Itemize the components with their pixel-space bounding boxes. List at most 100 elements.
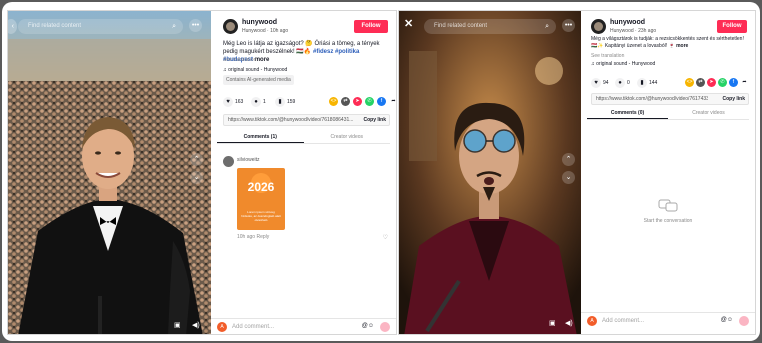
bookmark-icon: ▮: [637, 77, 647, 88]
chevron-down-icon[interactable]: ⌄: [190, 171, 203, 184]
add-comment-bar: A Add comment... @☺: [211, 318, 396, 334]
left-tiktok-window: ‹ Find related content ⌕ ••• ⌃ ⌄ ▣ ◀) hu…: [7, 10, 397, 335]
author-subtitle: Hunywood · 23h ago: [610, 28, 657, 34]
copy-link-button[interactable]: Copy link: [363, 115, 386, 125]
more-options-icon[interactable]: •••: [189, 19, 202, 32]
chevron-up-icon[interactable]: ⌃: [190, 153, 203, 166]
add-comment-input[interactable]: Add comment...: [232, 319, 274, 334]
like-count: 163: [235, 99, 244, 105]
commenter-avatar[interactable]: [223, 156, 234, 167]
author-subtitle: Hunywood · 10h ago: [242, 28, 289, 34]
save-count: 159: [287, 99, 296, 105]
comment-stat[interactable]: ● 0: [615, 77, 630, 89]
ai-label: Contains AI-generated media: [223, 75, 294, 85]
like-stat[interactable]: ♥ 94: [591, 77, 609, 89]
link-box: https://www.tiktok.com/@hunywood/video/7…: [223, 114, 390, 126]
video-url: https://www.tiktok.com/@hunywood/video/7…: [228, 117, 354, 123]
video-frame-depp: [399, 11, 581, 334]
post-description: Még a világsztárok is tudják: a rezsicsö…: [591, 36, 747, 50]
sound-link[interactable]: ♫ original sound - Hunywood: [223, 67, 287, 73]
comment-count: 0: [627, 80, 630, 86]
avatar[interactable]: [223, 19, 238, 34]
current-user-avatar: A: [217, 322, 227, 332]
picture-in-picture-icon[interactable]: ▣: [549, 319, 556, 327]
close-icon[interactable]: ✕: [404, 17, 413, 30]
volume-icon[interactable]: ◀): [192, 321, 200, 329]
mention-emoji-icons[interactable]: @☺: [721, 317, 733, 323]
bookmark-icon: ▮: [275, 96, 285, 107]
save-stat[interactable]: ▮ 159: [275, 96, 295, 108]
whatsapp-icon[interactable]: ✆: [365, 97, 374, 106]
whatsapp-icon[interactable]: ✆: [718, 78, 727, 87]
share-icon[interactable]: ➦: [389, 97, 396, 106]
see-translation[interactable]: See translation: [591, 53, 624, 59]
link-box: https://www.tiktok.com/@hunywood/video/7…: [591, 93, 749, 105]
heart-outline-icon[interactable]: ♡: [383, 234, 388, 241]
facebook-icon[interactable]: f: [377, 97, 386, 106]
author-name[interactable]: hunywood: [242, 19, 277, 26]
more-options-icon[interactable]: •••: [562, 19, 575, 32]
stats-row: ♥ 94 ● 0 ▮ 144 <> ⇄ ➤ ✆ f ➦: [591, 77, 749, 89]
left-post-panel: hunywood Hunywood · 10h ago Follow Még L…: [211, 11, 396, 334]
comment-stat[interactable]: ● 1: [251, 96, 266, 108]
add-comment-input[interactable]: Add comment...: [602, 313, 644, 329]
copy-link-button[interactable]: Copy link: [722, 94, 745, 104]
search-input[interactable]: Find related content ⌕: [18, 19, 183, 34]
embed-icon[interactable]: <>: [329, 97, 338, 106]
comment-image[interactable]: 2026 Lorem ipsum szöveg hirdetés, az öss…: [237, 168, 285, 230]
mention-emoji-icons[interactable]: @☺: [362, 323, 374, 329]
share-icon[interactable]: ➦: [740, 78, 749, 87]
save-count: 144: [649, 80, 658, 86]
send-icon[interactable]: ➤: [353, 97, 362, 106]
sound-link[interactable]: ♫ original sound - Hunywood: [591, 61, 655, 67]
comment-meta[interactable]: 10h ago Reply: [237, 234, 269, 240]
right-post-panel: hunywood Hunywood · 23h ago Follow Még a…: [581, 11, 755, 334]
comment-icon: ●: [251, 96, 261, 107]
left-video-player[interactable]: ‹ Find related content ⌕ ••• ⌃ ⌄ ▣ ◀): [8, 11, 211, 334]
repost-icon[interactable]: ⇄: [696, 78, 705, 87]
tab-comments[interactable]: Comments (1): [217, 132, 304, 143]
author-row: hunywood Hunywood · 10h ago Follow: [223, 19, 390, 39]
follow-button[interactable]: Follow: [354, 20, 388, 33]
post-comment-button[interactable]: [380, 322, 390, 332]
post-comment-button[interactable]: [739, 316, 749, 326]
more-link[interactable]: more: [676, 43, 688, 49]
repost-icon[interactable]: ⇄: [341, 97, 350, 106]
right-video-player[interactable]: ✕ Find related content ⌕ ••• ⌃ ⌄ ▣ ◀): [399, 11, 581, 334]
video-url: https://www.tiktok.com/@hunywood/video/7…: [596, 96, 708, 102]
facebook-icon[interactable]: f: [729, 78, 738, 87]
search-placeholder: Find related content: [434, 23, 488, 29]
heart-icon: ♥: [223, 96, 233, 107]
more-link[interactable]: more: [255, 57, 270, 63]
stats-row: ♥ 163 ● 1 ▮ 159 <> ⇄ ➤ ✆ f ➦: [223, 96, 396, 108]
search-input-right[interactable]: Find related content ⌕: [424, 19, 556, 34]
like-count: 94: [603, 80, 609, 86]
search-icon: ⌕: [172, 23, 176, 30]
author-name[interactable]: hunywood: [610, 19, 645, 26]
tab-creator-videos[interactable]: Creator videos: [668, 108, 749, 118]
send-icon[interactable]: ➤: [707, 78, 716, 87]
comment-image-number: 2026: [247, 180, 275, 194]
description-text: Még a világsztárok is tudják: a rezsicsö…: [591, 36, 744, 49]
current-user-avatar: A: [587, 316, 597, 326]
comment-image-text: Lorem ipsum szöveg hirdetés, az összefog…: [241, 210, 281, 222]
comment-tabs: Comments (1) Creator videos: [217, 132, 390, 144]
save-stat[interactable]: ▮ 144: [637, 77, 657, 89]
tab-comments[interactable]: Comments (0): [587, 108, 668, 119]
picture-in-picture-icon[interactable]: ▣: [174, 321, 181, 329]
add-comment-bar: A Add comment... @☺: [581, 312, 755, 328]
like-stat[interactable]: ♥ 163: [223, 96, 243, 108]
avatar[interactable]: [591, 19, 606, 34]
comment-tabs: Comments (0) Creator videos: [587, 108, 749, 120]
video-frame-leo: [8, 11, 211, 334]
chevron-up-icon[interactable]: ⌃: [562, 153, 575, 166]
see-translation[interactable]: See translation: [223, 57, 256, 63]
right-tiktok-window: ✕ Find related content ⌕ ••• ⌃ ⌄ ▣ ◀) hu…: [398, 10, 756, 335]
chevron-down-icon[interactable]: ⌄: [562, 171, 575, 184]
follow-button[interactable]: Follow: [717, 20, 747, 33]
volume-icon[interactable]: ◀): [565, 319, 573, 327]
embed-icon[interactable]: <>: [685, 78, 694, 87]
commenter-name[interactable]: silvioweitz: [237, 157, 260, 163]
search-placeholder: Find related content: [28, 23, 82, 29]
tab-creator-videos[interactable]: Creator videos: [304, 132, 391, 142]
